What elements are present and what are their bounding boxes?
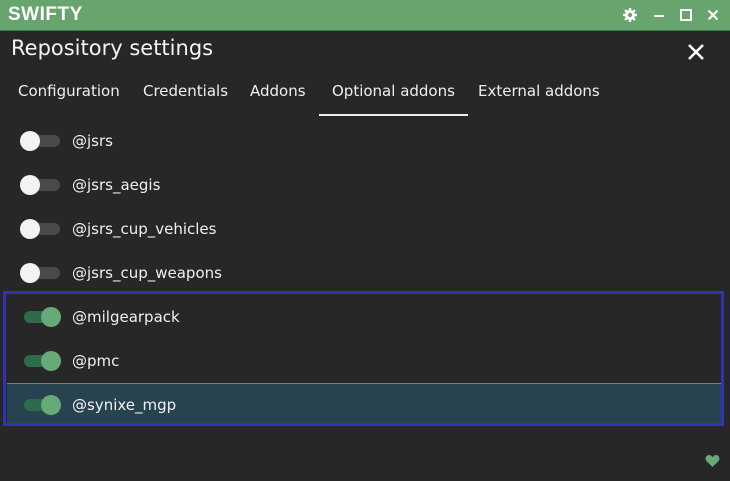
addon-name: @milgearpack [72, 308, 180, 326]
addon-name: @pmc [72, 352, 120, 370]
addon-row[interactable]: @pmc [7, 339, 723, 383]
tab-addons[interactable]: Addons [250, 70, 306, 114]
tab-credentials[interactable]: Credentials [143, 70, 228, 114]
addon-name: @jsrs_cup_vehicles [72, 220, 217, 238]
addon-name: @jsrs_cup_weapons [72, 264, 222, 282]
addon-row[interactable]: @jsrs_cup_vehicles [7, 207, 723, 251]
tab-optional-addons[interactable]: Optional addons [319, 70, 468, 116]
tab-bar: Configuration Credentials Addons Optiona… [0, 70, 730, 116]
toggle-switch[interactable] [20, 130, 62, 152]
addon-row[interactable]: @milgearpack [7, 295, 723, 339]
toggle-switch[interactable] [20, 218, 62, 240]
toggle-switch[interactable] [20, 394, 62, 416]
tab-external-addons[interactable]: External addons [478, 70, 600, 114]
toggle-switch[interactable] [20, 262, 62, 284]
toggle-switch[interactable] [20, 306, 62, 328]
tab-configuration[interactable]: Configuration [18, 70, 120, 114]
toggle-switch[interactable] [20, 350, 62, 372]
close-icon[interactable] [704, 6, 722, 24]
gear-icon[interactable] [621, 6, 639, 24]
addon-name: @synixe_mgp [72, 396, 177, 414]
addon-row[interactable]: @jsrs_cup_weapons [7, 251, 723, 295]
dialog-close-icon[interactable] [684, 40, 708, 64]
heart-icon[interactable] [705, 453, 720, 467]
toggle-switch[interactable] [20, 174, 62, 196]
addon-row-selected[interactable]: @synixe_mgp [7, 383, 723, 426]
dialog-title: Repository settings [11, 36, 214, 60]
addon-name: @jsrs_aegis [72, 176, 161, 194]
maximize-icon[interactable] [677, 6, 695, 24]
app-name: SWIFTY [8, 4, 83, 25]
title-bar[interactable]: SWIFTY [0, 0, 730, 31]
addon-row[interactable]: @jsrs_aegis [7, 163, 723, 207]
addon-name: @jsrs [72, 132, 113, 150]
minimize-icon[interactable] [650, 6, 668, 24]
addon-row[interactable]: @jsrs [7, 119, 723, 163]
